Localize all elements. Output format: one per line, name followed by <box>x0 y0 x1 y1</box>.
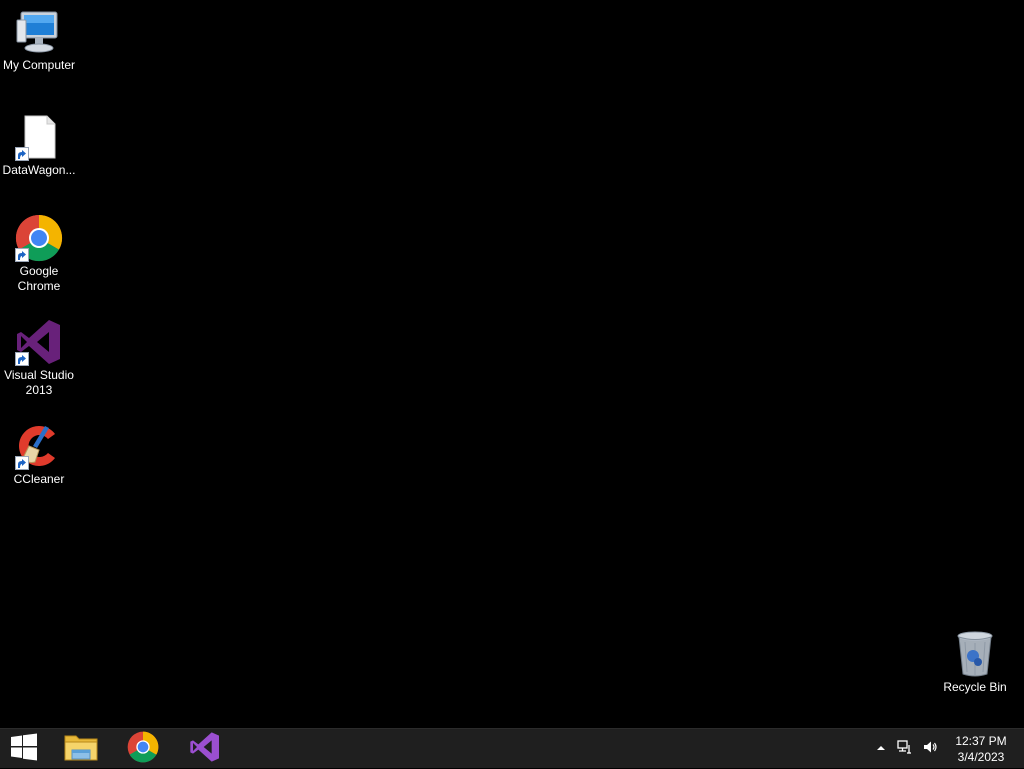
desktop-icon-label: CCleaner <box>13 472 65 486</box>
taskbar-file-explorer-button[interactable] <box>56 729 106 769</box>
computer-icon <box>15 8 63 56</box>
desktop-icon-label: Recycle Bin <box>943 680 1007 694</box>
desktop-icon-label: My Computer <box>2 58 76 72</box>
desktop-icon-label: Visual Studio 2013 <box>4 368 74 397</box>
volume-tray-button[interactable] <box>919 729 941 769</box>
chrome-icon <box>127 731 159 768</box>
volume-icon <box>922 739 938 760</box>
desktop-icon-label: Google Chrome <box>17 264 61 293</box>
taskbar-chrome-button[interactable] <box>118 729 168 769</box>
clock-time: 12:37 PM <box>955 734 1007 748</box>
windows-start-icon <box>10 733 38 766</box>
ccleaner-icon <box>15 422 63 470</box>
visual-studio-icon <box>189 731 221 768</box>
desktop-icon-label: DataWagon... <box>2 163 76 177</box>
shortcut-arrow-icon <box>15 352 29 366</box>
desktop-icon-google-chrome[interactable]: Google Chrome <box>0 214 78 294</box>
shortcut-arrow-icon <box>15 248 29 262</box>
visual-studio-icon <box>15 318 63 366</box>
taskbar: 12:37 PM 3/4/2023 <box>0 728 1024 768</box>
desktop-icon-ccleaner[interactable]: CCleaner <box>0 422 78 487</box>
desktop-icon-recycle-bin[interactable]: Recycle Bin <box>936 630 1014 695</box>
blank-file-icon <box>15 113 63 161</box>
file-explorer-icon <box>64 732 98 767</box>
desktop[interactable]: My Computer DataWagon... Google Chrome V… <box>0 0 1024 728</box>
start-button[interactable] <box>0 729 48 769</box>
chevron-up-icon <box>876 740 886 758</box>
network-icon <box>897 739 913 760</box>
show-hidden-icons-button[interactable] <box>872 729 890 769</box>
desktop-icon-visual-studio-2013[interactable]: Visual Studio 2013 <box>0 318 78 398</box>
recycle-bin-icon <box>951 630 999 678</box>
shortcut-arrow-icon <box>15 147 29 161</box>
chrome-icon <box>15 214 63 262</box>
desktop-icon-my-computer[interactable]: My Computer <box>0 8 78 73</box>
taskbar-clock[interactable]: 12:37 PM 3/4/2023 <box>946 733 1016 765</box>
network-tray-button[interactable] <box>894 729 916 769</box>
taskbar-visual-studio-button[interactable] <box>180 729 230 769</box>
clock-date: 3/4/2023 <box>957 750 1005 764</box>
shortcut-arrow-icon <box>15 456 29 470</box>
desktop-icon-datawagon[interactable]: DataWagon... <box>0 113 78 178</box>
